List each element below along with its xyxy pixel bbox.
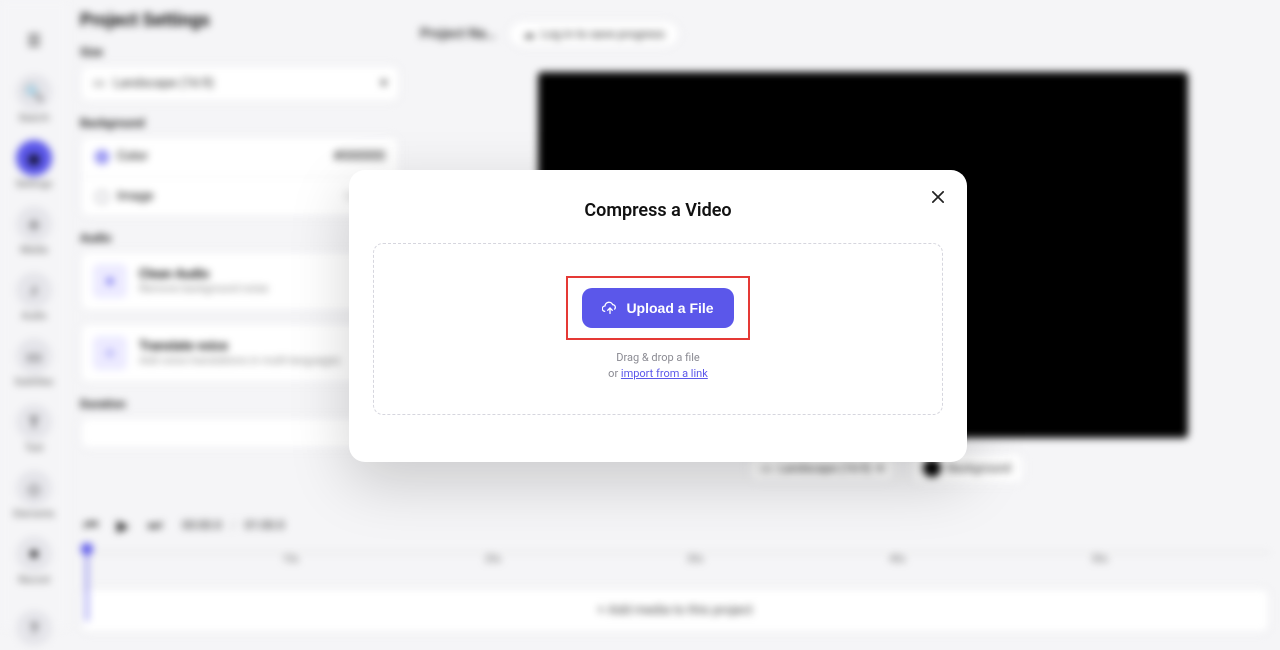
upload-icon	[602, 300, 618, 316]
compress-video-modal: Compress a Video Upload a File Drag & dr…	[349, 170, 967, 462]
upload-button-highlight: Upload a File	[566, 276, 749, 340]
modal-backdrop[interactable]: Compress a Video Upload a File Drag & dr…	[0, 0, 1280, 629]
close-button[interactable]	[927, 186, 949, 208]
close-icon	[932, 191, 944, 203]
upload-dropzone[interactable]: Upload a File Drag & drop a file or impo…	[373, 243, 943, 415]
drop-hint: Drag & drop a file or import from a link	[608, 350, 708, 383]
upload-file-button[interactable]: Upload a File	[582, 288, 733, 328]
import-link[interactable]: import from a link	[621, 367, 708, 380]
modal-title: Compress a Video	[373, 200, 943, 221]
